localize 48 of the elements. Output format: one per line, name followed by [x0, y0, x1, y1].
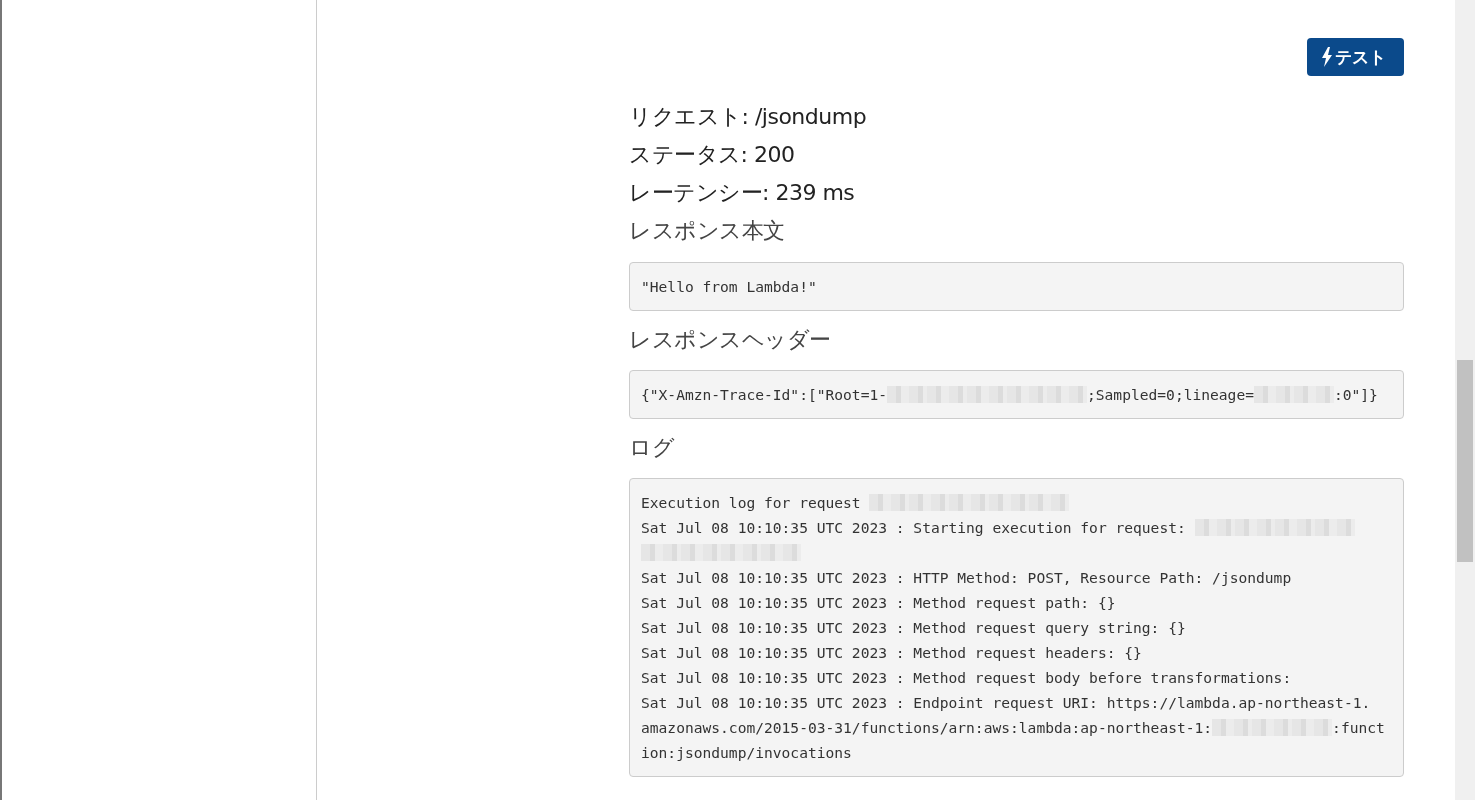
log-text: {"X-Amzn-Trace-Id":["Root=1-	[641, 386, 887, 403]
redaction-mark	[989, 494, 1030, 511]
log-text: Sat Jul 08 10:10:35 UTC 2023 : Method request headers: {}	[641, 644, 1142, 661]
redaction-mark	[1234, 519, 1275, 536]
redaction-mark	[681, 544, 721, 561]
log-text: amazonaws.com/2015-03-31/functions/arn:aws:lambda:ap-northeast-1:	[641, 719, 1213, 736]
redaction-mark	[909, 494, 950, 511]
section-title: レスポンス本文	[629, 217, 786, 245]
redaction-mark	[1292, 719, 1333, 736]
section-title: レスポンスヘッダー	[629, 326, 832, 354]
redaction-mark	[1212, 719, 1253, 736]
redaction-mark	[1274, 519, 1315, 536]
redaction-mark	[1314, 519, 1355, 536]
summary-text: リクエスト: /jsondump	[629, 103, 868, 131]
summary-text: ステータス: 200	[629, 141, 796, 169]
log-text: :0"]}	[1333, 386, 1378, 403]
log-text: ion:jsondump/invocations	[641, 744, 852, 761]
section-title: ログ	[629, 434, 676, 462]
test-button[interactable]: テスト	[1307, 38, 1404, 76]
redaction-mark	[721, 544, 761, 561]
summary-text: レーテンシー: 239 ms	[629, 179, 856, 207]
log-text: :funct	[1332, 719, 1385, 736]
log-text: Sat Jul 08 10:10:35 UTC 2023 : HTTP Method: POST, Resource Path: /jsondump	[641, 569, 1292, 586]
log-text: Sat Jul 08 10:10:35 UTC 2023 : Method request query string: {}	[641, 619, 1186, 636]
redaction-mark	[1007, 386, 1047, 403]
log-text: Sat Jul 08 10:10:35 UTC 2023 : Endpoint request URI: https://lambda.ap-northeast-1.	[641, 694, 1371, 711]
log-text: ;Sampled=0;lineage=	[1087, 386, 1254, 403]
redaction-mark	[1194, 519, 1235, 536]
redaction-mark	[1047, 386, 1087, 403]
redaction-mark	[1293, 386, 1334, 403]
scrollbar-thumb[interactable]	[1457, 360, 1473, 562]
log-text: Execution log for request	[641, 494, 862, 511]
log-text: "Hello from Lambda!"	[641, 278, 817, 295]
log-text: Sat Jul 08 10:10:35 UTC 2023 : Starting execution for request:	[641, 519, 1187, 536]
redaction-mark	[1253, 386, 1294, 403]
redaction-mark	[869, 494, 910, 511]
log-text: Sat Jul 08 10:10:35 UTC 2023 : Method request body before transformations:	[641, 669, 1292, 686]
redaction-mark	[967, 386, 1007, 403]
scrollbar[interactable]	[1455, 0, 1475, 800]
redaction-mark	[949, 494, 990, 511]
log-text: Sat Jul 08 10:10:35 UTC 2023 : Method request path: {}	[641, 594, 1116, 611]
redaction-mark	[1252, 719, 1293, 736]
redaction-mark	[887, 386, 927, 403]
redaction-mark	[761, 544, 801, 561]
redaction-mark	[927, 386, 967, 403]
redaction-mark	[641, 544, 681, 561]
lightning-icon	[1321, 47, 1333, 67]
redaction-mark	[1029, 494, 1070, 511]
